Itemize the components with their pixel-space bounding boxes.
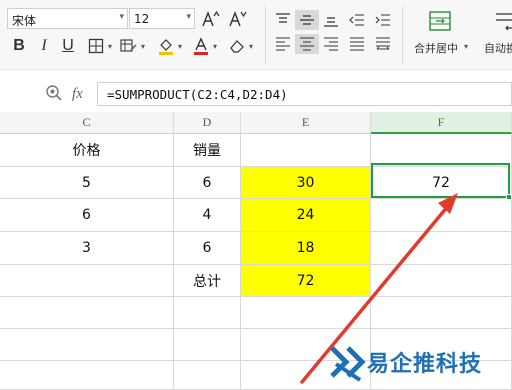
- watermark-logo-icon: [330, 346, 366, 382]
- annotation-arrow-icon: [300, 193, 458, 384]
- watermark-text: 易企推科技: [367, 352, 483, 377]
